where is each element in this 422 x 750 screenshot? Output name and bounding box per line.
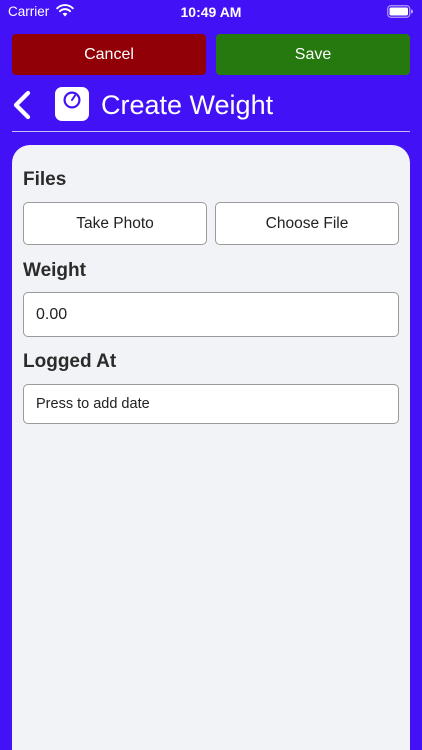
cancel-button[interactable]: Cancel [12,34,206,75]
logged-at-date-field[interactable]: Press to add date [23,384,399,424]
scale-icon [55,87,89,121]
header-divider [12,131,410,132]
logged-at-label: Logged At [23,351,117,372]
choose-file-button[interactable]: Choose File [215,202,399,245]
save-button[interactable]: Save [216,34,410,75]
battery-icon [387,5,413,18]
status-bar: Carrier 10:49 AM [0,0,422,24]
form-card: Files Take Photo Choose File Weight 0.00… [12,145,410,750]
status-time: 10:49 AM [180,4,242,20]
chevron-left-icon[interactable] [12,90,32,120]
take-photo-button[interactable]: Take Photo [23,202,207,245]
files-label: Files [23,169,67,190]
weight-label: Weight [23,260,86,281]
page-title: Create Weight [101,90,274,120]
weight-input[interactable]: 0.00 [23,292,399,337]
